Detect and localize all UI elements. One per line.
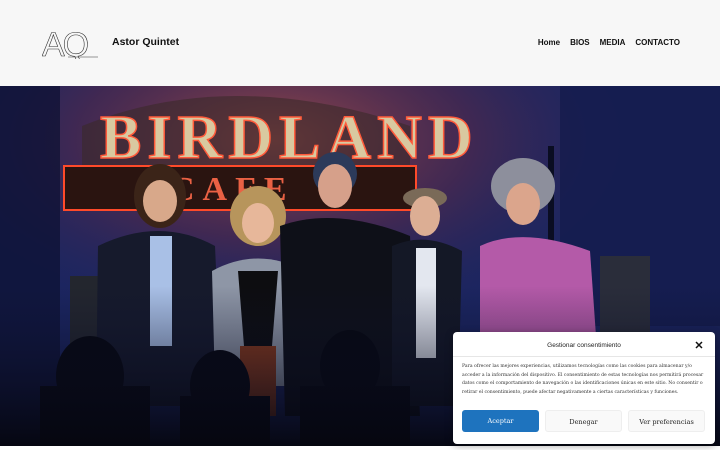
- consent-title: Gestionar consentimiento: [547, 342, 621, 349]
- nav-media[interactable]: MEDIA: [600, 38, 626, 47]
- nav-home[interactable]: Home: [538, 38, 560, 47]
- nav-bios[interactable]: BIOS: [570, 38, 590, 47]
- neon-sign-text: BIRDLAND: [100, 104, 479, 172]
- consent-divider: [453, 356, 715, 357]
- accept-button[interactable]: Aceptar: [462, 410, 539, 432]
- close-icon[interactable]: ✕: [693, 340, 705, 352]
- site-title[interactable]: Astor Quintet: [112, 36, 179, 48]
- deny-button[interactable]: Denegar: [545, 410, 622, 432]
- main-nav: Home BIOS MEDIA CONTACTO: [538, 38, 680, 47]
- logo-letters: AQ: [42, 27, 88, 59]
- site-header: AQ Astor Quintet Home BIOS MEDIA CONTACT…: [0, 0, 720, 86]
- view-preferences-button[interactable]: Ver preferencias: [628, 410, 705, 432]
- nav-contacto[interactable]: CONTACTO: [635, 38, 680, 47]
- consent-body: Para ofrecer las mejores experiencias, u…: [462, 364, 704, 395]
- site-logo[interactable]: AQ: [42, 27, 100, 59]
- page-bottom-strip: [0, 446, 720, 450]
- consent-dialog: Gestionar consentimiento ✕ Para ofrecer …: [453, 332, 715, 444]
